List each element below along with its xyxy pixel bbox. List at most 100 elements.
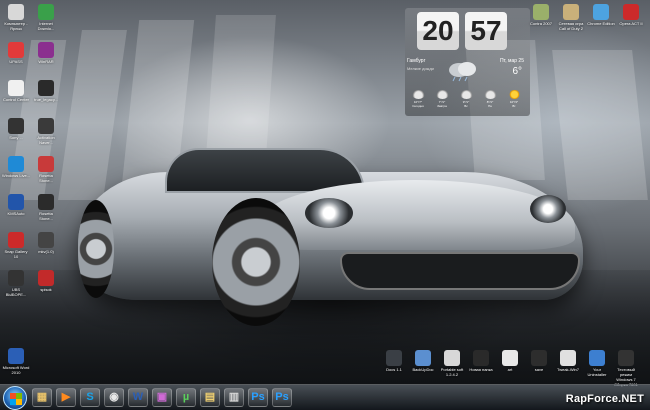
desktop-icon-label: Portable soft 1.2.4.2: [440, 367, 464, 377]
your-uninstaller-icon: [589, 350, 605, 366]
taskbar-button-winrar[interactable]: ▣: [152, 388, 172, 407]
skype-icon: S: [86, 391, 94, 403]
taskbar-button-media-player[interactable]: ▶: [56, 388, 76, 407]
desktop-icon-call-of-duty-2[interactable]: Сетевая игра Call of Duty 2: [557, 4, 585, 31]
desktop-icon-docs[interactable]: Docs 1.1: [380, 350, 408, 372]
desktop-icon-kmsauto[interactable]: KMSAuto: [2, 194, 30, 216]
photoshop-2-icon: Ps: [275, 391, 289, 403]
desktop-icon-windows-live[interactable]: Windows Live...: [2, 156, 30, 178]
desktop-icon-label: save: [534, 367, 544, 372]
backupdoc-icon: [415, 350, 431, 366]
desktop-icon-save[interactable]: save: [525, 350, 553, 372]
utorrent-icon: µ: [182, 391, 190, 403]
clock-weather-gadget[interactable]: 20 57 Гамбург Мелкие дожди Пт, мар 25 6°…: [405, 8, 530, 116]
cloud-icon: [459, 90, 473, 99]
sony-shortcut-icon: [8, 118, 24, 134]
desktop-icon-label: Rosetta Stone...: [39, 173, 53, 183]
desktop-icon-opera-act[interactable]: Opera ACT II: [617, 4, 645, 26]
desktop-icon-label: Opera ACT II: [619, 21, 643, 26]
control-center-icon: [8, 80, 24, 96]
kmsauto-icon: [8, 194, 24, 210]
opera-act-icon: [623, 4, 639, 20]
desktop-icon-label: KMSAuto: [7, 211, 25, 216]
desktop-icon-backupdoc[interactable]: BackUpDoc: [409, 350, 437, 372]
weather-condition: Мелкие дожди: [407, 66, 434, 71]
desktop-icon-activation-naver[interactable]: Activation Naver...: [32, 118, 60, 145]
rosetta-stone-2-icon: [38, 194, 54, 210]
cloud-icon: [411, 90, 425, 99]
desktop-icon-label: UPASS: [9, 59, 23, 64]
desktop-icon-internet-download-manager[interactable]: Internet Downlo...: [32, 4, 60, 31]
cloud-rain-icon: [445, 60, 479, 82]
clock-minutes: 57: [465, 12, 507, 50]
desktop-icon-snap-gallery[interactable]: Snap Gallery 10: [2, 232, 30, 259]
desktop-icon-rosetta-stone[interactable]: Rosetta Stone...: [32, 156, 60, 183]
desktop-icon-label: Internet Downlo...: [37, 21, 55, 31]
media-icon: ▥: [228, 391, 240, 403]
taskbar: ▦ ▶ S ◉ W ▣ µ ▤ ▥ Ps Ps: [0, 384, 650, 410]
desktop-icon-rosetta-stone-2[interactable]: Rosetta Stone...: [32, 194, 60, 221]
taskbar-button-utorrent[interactable]: µ: [176, 388, 196, 407]
desktop-icon-label: Contra 2007: [529, 21, 552, 26]
desktop-icon-label: Новая папка: [469, 367, 493, 372]
chrome-icon: [593, 4, 609, 20]
weather-city: Гамбург: [407, 58, 426, 64]
desktop-icon-microsoft-word-2010[interactable]: Microsoft Word 2010: [2, 348, 30, 375]
taskbar-button-photoshop[interactable]: Ps: [248, 388, 268, 407]
desktop-icon-label: BackUpDoc: [412, 367, 434, 372]
taskbar-button-skype[interactable]: S: [80, 388, 100, 407]
desktop-icon-label: UBS ВЫБОРЕ...: [5, 287, 27, 297]
desktop-icon-label: Сетевая игра Call of Duty 2: [558, 21, 584, 31]
desktop-icon-control-center[interactable]: Control Center: [2, 80, 30, 102]
taskbar-button-chrome[interactable]: ◉: [104, 388, 124, 407]
cloud-icon: [483, 90, 497, 99]
taskbar-button-word[interactable]: W: [128, 388, 148, 407]
taskbar-button-folder[interactable]: ▤: [200, 388, 220, 407]
forecast-day-label: Пн: [488, 104, 492, 108]
desktop-icon-art[interactable]: art: [496, 350, 524, 372]
desktop-icon-upass[interactable]: UPASS: [2, 42, 30, 64]
car-front-grille: [340, 252, 580, 290]
desktop-icon-winrar[interactable]: WinRAR: [32, 42, 60, 64]
desktop-icon-sony-shortcut[interactable]: Sony ...: [2, 118, 30, 140]
taskbar-button-photoshop-2[interactable]: Ps: [272, 388, 292, 407]
start-button[interactable]: [3, 386, 27, 410]
desktop-icon-true-legacy[interactable]: true_legacy...: [32, 80, 60, 102]
desktop-icon-label: Компьютер - Ярлык: [4, 21, 28, 31]
car-front-wheel: [212, 198, 300, 326]
desktop-icon-label: true_legacy...: [34, 97, 58, 102]
clock-hours: 20: [417, 12, 459, 50]
sun-icon: [507, 90, 521, 99]
taskbar-button-media[interactable]: ▥: [224, 388, 244, 407]
desktop-icon-spisok[interactable]: spisok: [32, 270, 60, 292]
desktop-icon-chrome[interactable]: Chrome Edition: [587, 4, 615, 26]
forecast-day: 7°/1° Завтра: [433, 90, 451, 108]
desktop-icon-ubs[interactable]: UBS ВЫБОРЕ...: [2, 270, 30, 297]
desktop-icon-contra-2007[interactable]: Contra 2007: [527, 4, 555, 26]
desktop-icon-computer-shortcut[interactable]: Компьютер - Ярлык: [2, 4, 30, 31]
desktop-icon-label: WinRAR: [38, 59, 54, 64]
ubs-icon: [8, 270, 24, 286]
desktop-icon-tweak-win7[interactable]: Tweak-Win7: [554, 350, 582, 372]
forecast-day-label: Вт: [512, 104, 516, 108]
forecast-day: 10°/3° Вт: [505, 90, 523, 108]
save-icon: [531, 350, 547, 366]
desktop-icon-your-uninstaller[interactable]: Your Uninstaller: [583, 350, 611, 377]
forecast-day: 10°/7° Сегодня: [409, 90, 427, 108]
desktop-icon-label: Snap Gallery 10: [4, 249, 28, 259]
activation-naver-icon: [38, 118, 54, 134]
desktop-icon-portable-soft[interactable]: Portable soft 1.2.4.2: [438, 350, 466, 377]
taskbar-button-explorer[interactable]: ▦: [32, 388, 52, 407]
windows-live-icon: [8, 156, 24, 172]
photoshop-icon: Ps: [251, 391, 265, 403]
desktop-icon-label: Tweak-Win7: [556, 367, 579, 372]
desktop-icon-test-mode-info[interactable]: Тестовый режим Windows 7 Сборка 7601: [612, 350, 640, 387]
microsoft-word-2010-icon: [8, 348, 24, 364]
upass-icon: [8, 42, 24, 58]
desktop-icon-new-folder[interactable]: Новая папка: [467, 350, 495, 372]
winrar-icon: [38, 42, 54, 58]
desktop-icon-mkv[interactable]: mkv(1.0): [32, 232, 60, 254]
desktop-icon-label: Rosetta Stone...: [39, 211, 53, 221]
portable-soft-icon: [444, 350, 460, 366]
winrar-icon: ▣: [156, 391, 168, 403]
